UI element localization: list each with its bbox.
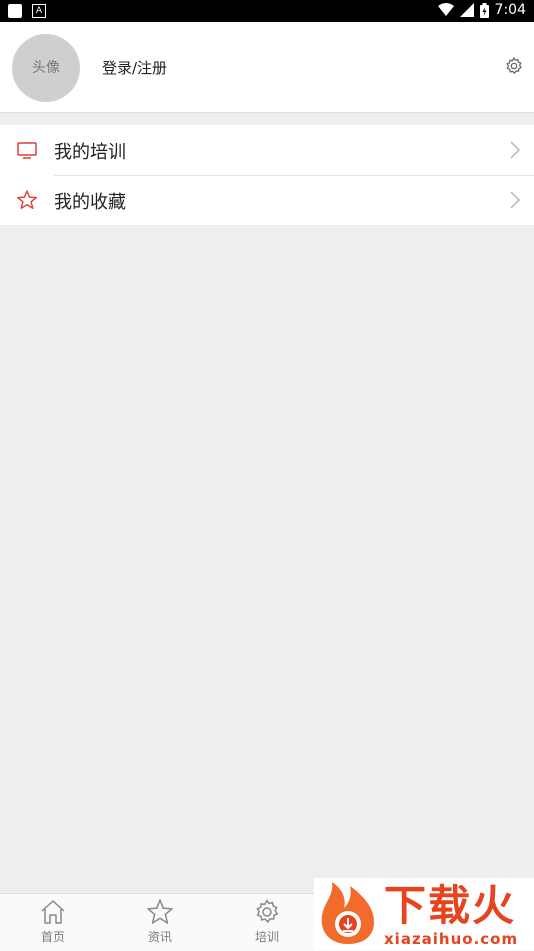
menu-item-label: 我的培训 (54, 142, 126, 163)
watermark: 下载火 xiazaihuo.com (314, 878, 534, 950)
watermark-title: 下载火 (384, 881, 517, 930)
menu-item-my-training[interactable]: 我的培训 (0, 125, 534, 175)
notification-icon (8, 4, 22, 18)
chevron-right-icon (510, 141, 520, 159)
menu-item-my-favorites[interactable]: 我的收藏 (0, 175, 534, 225)
battery-icon (479, 2, 489, 18)
clock: 7:04 (494, 2, 526, 18)
tab-home[interactable]: 首页 (18, 898, 88, 945)
tab-training[interactable]: 培训 (232, 898, 302, 945)
star-icon (147, 899, 173, 924)
watermark-url: xiazaihuo.com (384, 930, 519, 948)
chevron-right-icon (510, 191, 520, 209)
avatar[interactable]: 头像 (12, 34, 80, 102)
tab-label: 培训 (254, 930, 279, 944)
star-outline-icon (17, 190, 37, 209)
home-icon (41, 900, 65, 924)
flame-logo-icon (321, 882, 374, 944)
tab-news[interactable]: 资讯 (125, 898, 195, 945)
gear-icon (256, 899, 279, 923)
login-register-link[interactable]: 登录/注册 (102, 57, 167, 78)
menu-item-label: 我的收藏 (54, 192, 126, 213)
settings-gear-icon[interactable] (504, 56, 524, 76)
signal-icon (459, 3, 474, 17)
tab-label: 资讯 (147, 930, 172, 944)
profile-header: 头像 登录/注册 (0, 22, 534, 113)
tab-label: 首页 (40, 930, 65, 944)
notification-a-icon: A (32, 4, 46, 18)
tv-icon (17, 142, 37, 159)
menu-list: 我的培训 我的收藏 (0, 125, 534, 225)
status-bar: A 7:04 (0, 0, 534, 22)
wifi-icon (437, 3, 454, 16)
